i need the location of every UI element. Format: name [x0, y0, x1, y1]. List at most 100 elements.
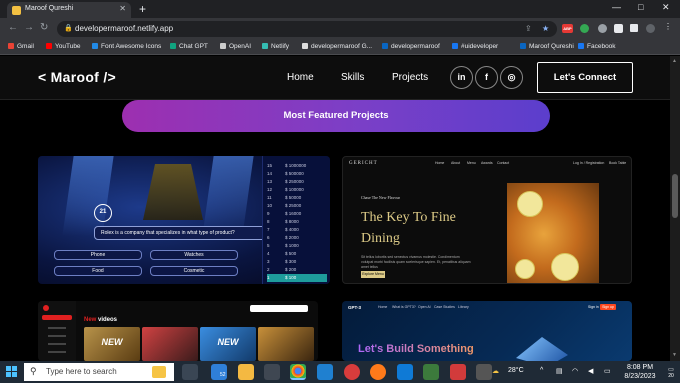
url-text[interactable]: developermaroof.netlify.app — [75, 24, 173, 33]
ladder-step: 4 $ 500 — [267, 250, 327, 258]
project-card-gericht[interactable]: GERICHT Home About Menu Awards Contact L… — [342, 156, 632, 284]
chrome-icon[interactable] — [290, 364, 306, 380]
clock-time: 8:08 PM — [626, 364, 654, 371]
bookmark-item[interactable]: OpenAI — [220, 43, 251, 50]
extension-gray-icon[interactable] — [598, 24, 607, 33]
forward-button[interactable]: → — [24, 22, 34, 33]
page-scrollbar[interactable]: ▲ ▼ — [670, 56, 680, 361]
nav-home[interactable]: Home — [287, 72, 314, 83]
bookmark-item[interactable]: Chat GPT — [170, 43, 208, 50]
yt-search-bar — [250, 305, 308, 312]
taskbar-search-placeholder: Type here to search — [46, 367, 117, 376]
restore-button[interactable]: □ — [638, 2, 643, 12]
bookmark-item[interactable]: Facebook — [578, 43, 616, 50]
ladder-step-amount: $ 300 — [285, 259, 297, 264]
puzzle-icon[interactable] — [614, 24, 623, 33]
gericht-book-table: Book Table — [609, 161, 627, 165]
gericht-nav-item: Contact — [497, 161, 510, 165]
network-icon[interactable]: ▤ — [556, 367, 563, 375]
scrollbar-thumb[interactable] — [672, 174, 678, 218]
scroll-up-icon[interactable]: ▲ — [672, 58, 677, 64]
vscode-icon[interactable] — [397, 364, 413, 380]
quiz-option[interactable]: Cosmetic — [150, 266, 238, 276]
system-clock[interactable]: 8:08 PM 8/23/2023 — [618, 363, 662, 381]
ladder-step-amount: $ 8000 — [285, 219, 299, 224]
side-panel-icon[interactable] — [630, 24, 638, 32]
bookmark-item[interactable]: developermaroof G... — [302, 43, 372, 50]
bookmark-item[interactable]: Font Awesome Icons — [92, 43, 161, 50]
profile-avatar[interactable] — [646, 24, 655, 33]
ladder-step-number: 13 — [267, 179, 273, 184]
volume-icon[interactable]: ◀ — [588, 367, 593, 375]
bookmark-item[interactable]: #uideveloper — [452, 43, 498, 50]
back-button[interactable]: ← — [8, 22, 18, 33]
scroll-down-icon[interactable]: ▼ — [672, 352, 677, 358]
adblock-extension-icon[interactable]: ABP — [562, 24, 573, 33]
minimize-button[interactable]: — — [612, 2, 621, 12]
ladder-step: 3 $ 300 — [267, 258, 327, 266]
menu-dots-icon[interactable]: ⋮ — [664, 22, 673, 31]
app-icon[interactable] — [344, 364, 360, 380]
weather-icon[interactable]: ☁ — [492, 367, 499, 375]
bookmark-favicon-icon — [170, 43, 176, 49]
app-icon[interactable] — [476, 364, 492, 380]
extension-green-icon[interactable] — [580, 24, 589, 33]
linkedin-icon[interactable]: in — [450, 66, 473, 89]
quiz-option[interactable]: Phone — [54, 250, 142, 260]
favicon-icon — [12, 6, 21, 15]
mail-app-icon[interactable]: 52 — [211, 364, 227, 380]
tray-chevron-icon[interactable]: ^ — [540, 367, 543, 374]
bookmark-favicon-icon — [46, 43, 52, 49]
notification-button[interactable]: ▭ 20 — [664, 366, 678, 379]
lets-connect-button[interactable]: Let's Connect — [537, 62, 633, 93]
nav-skills[interactable]: Skills — [341, 72, 364, 83]
bookmark-item[interactable]: Netlify — [262, 43, 289, 50]
most-featured-projects-button[interactable]: Most Featured Projects — [122, 100, 550, 132]
bookmarks-bar: Gmail YouTube Font Awesome Icons Chat GPT Op… — [0, 40, 680, 55]
project-card-gpt3[interactable]: GPT-3 Home What is GPT3? Open AI Case St… — [342, 301, 632, 361]
close-window-button[interactable]: ✕ — [662, 2, 670, 13]
gpt3-logo: GPT-3 — [348, 305, 362, 310]
address-bar[interactable]: 🔒 developermaroof.netlify.app ⇪ ★ — [57, 21, 557, 37]
lemon-slice — [515, 259, 535, 279]
project-card-youtube-clone[interactable]: New videos NEW NEW — [38, 301, 318, 361]
nav-projects[interactable]: Projects — [392, 72, 428, 83]
tab-title: Maroof Qureshi — [25, 5, 74, 12]
weather-temp[interactable]: 28°C — [508, 367, 524, 374]
gpt3-headline: Let's Build Something — [358, 343, 474, 355]
yt-logo-icon — [43, 305, 49, 311]
lemon-slice — [551, 253, 579, 281]
app-icon[interactable] — [450, 364, 466, 380]
new-tab-button[interactable]: + — [139, 2, 146, 16]
reload-button[interactable]: ↻ — [40, 22, 48, 33]
site-logo[interactable]: < Maroof /> — [38, 69, 116, 85]
bookmark-item[interactable]: Maroof Qureshi — [520, 43, 574, 50]
wifi-icon[interactable]: ◠ — [572, 367, 578, 375]
share-icon[interactable]: ⇪ — [525, 24, 532, 33]
app-icon[interactable] — [317, 364, 333, 380]
gpt3-sign-up: Sign up — [600, 304, 616, 310]
taskbar-search[interactable]: ⚲ Type here to search — [24, 363, 174, 381]
bookmark-item[interactable]: YouTube — [46, 43, 81, 50]
quiz-option[interactable]: Watches — [150, 250, 238, 260]
bookmark-item[interactable]: Gmail — [8, 43, 34, 50]
instagram-icon[interactable]: ◎ — [500, 66, 523, 89]
facebook-icon[interactable]: f — [475, 66, 498, 89]
lock-icon[interactable]: 🔒 — [64, 24, 73, 32]
task-view-icon[interactable] — [182, 364, 198, 380]
app-icon[interactable] — [264, 364, 280, 380]
quiz-option[interactable]: Food — [54, 266, 142, 276]
video-thumbnail — [142, 327, 198, 361]
ladder-step-number: 8 — [267, 219, 270, 224]
firefox-icon[interactable] — [370, 364, 386, 380]
project-card-kbc-quiz[interactable]: 21 Rolex is a company that specializes i… — [38, 156, 330, 284]
browser-tab[interactable]: Maroof Qureshi ✕ — [7, 2, 131, 18]
file-explorer-icon[interactable] — [238, 364, 254, 380]
language-icon[interactable]: ▭ — [604, 367, 611, 375]
close-tab-icon[interactable]: ✕ — [119, 4, 126, 13]
quiz-question: Rolex is a company that specializes in w… — [94, 226, 278, 240]
bookmark-item[interactable]: developermaroof — [382, 43, 440, 50]
star-icon[interactable]: ★ — [542, 24, 549, 33]
app-icon[interactable] — [423, 364, 439, 380]
windows-start-icon[interactable] — [6, 366, 18, 378]
